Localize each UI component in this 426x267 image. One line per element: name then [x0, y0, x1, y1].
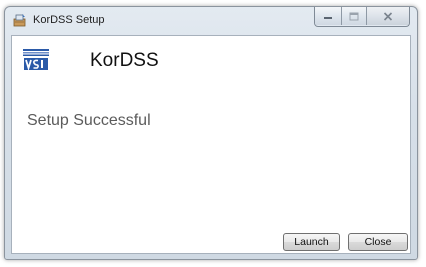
window-title: KorDSS Setup: [33, 14, 105, 26]
setup-window: KorDSS Setup KorDSS Setup Successful Lau…: [4, 6, 418, 260]
dialog-content: KorDSS Setup Successful Launch Close: [11, 35, 411, 254]
minimize-icon: [324, 17, 332, 19]
close-icon: [383, 11, 393, 21]
window-caption-buttons: [314, 7, 410, 27]
setup-status-text: Setup Successful: [27, 112, 151, 129]
maximize-icon: [349, 12, 359, 20]
maximize-button[interactable]: [341, 7, 366, 25]
minimize-button[interactable]: [315, 7, 341, 25]
launch-button[interactable]: Launch: [283, 233, 340, 251]
close-window-button[interactable]: [366, 7, 409, 25]
vsi-logo-icon: [22, 46, 50, 72]
close-button[interactable]: Close: [348, 233, 408, 251]
title-bar[interactable]: KorDSS Setup: [5, 7, 417, 34]
product-name: KorDSS: [90, 50, 159, 71]
setup-icon: [13, 13, 27, 27]
